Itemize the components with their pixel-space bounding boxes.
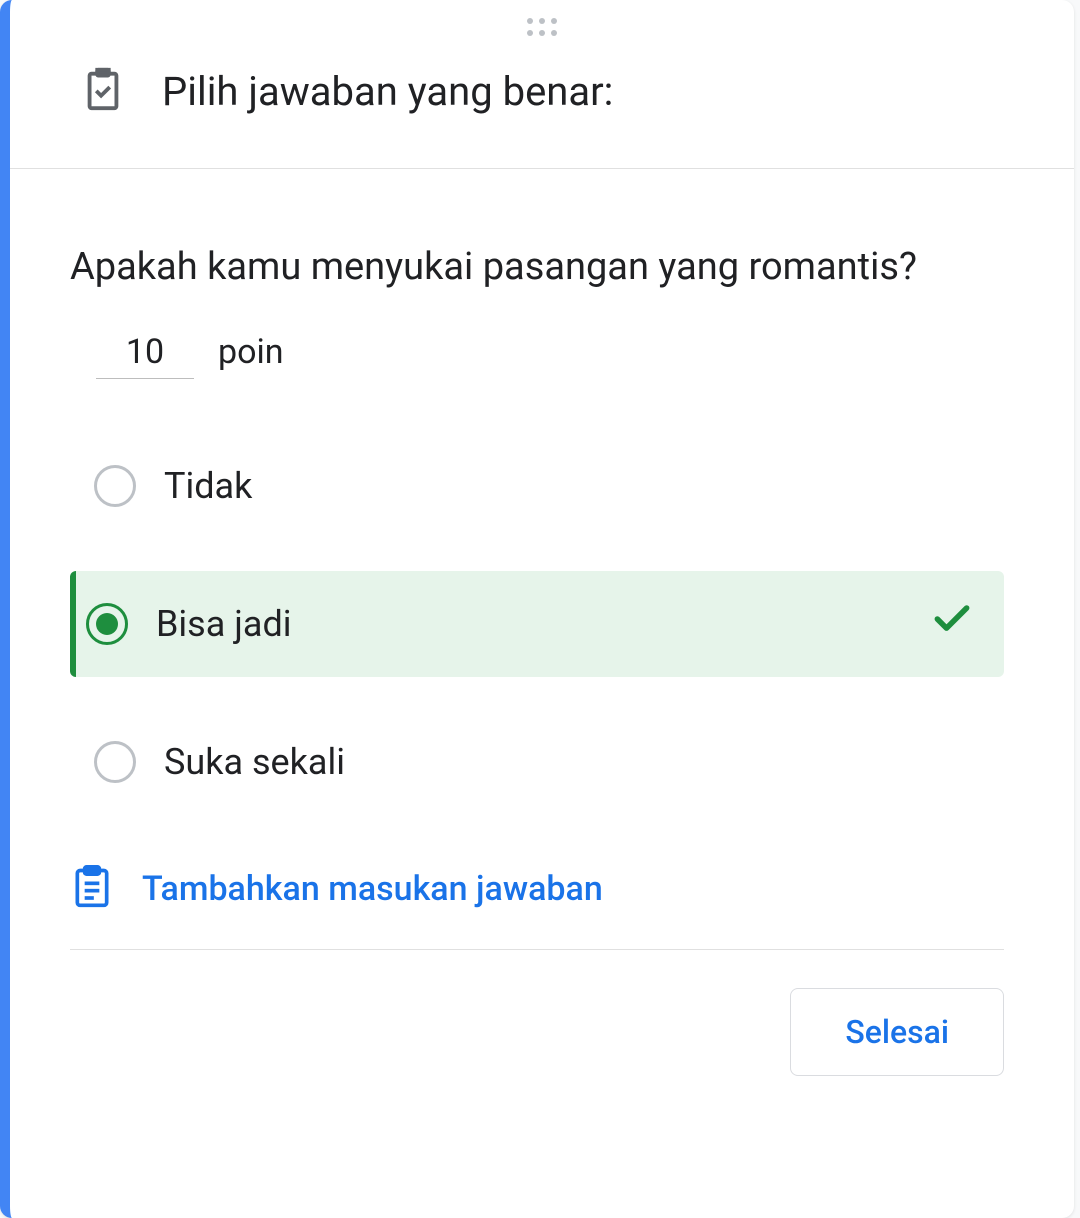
add-feedback-button[interactable]: Tambahkan masukan jawaban xyxy=(70,849,1004,949)
points-row: poin xyxy=(96,326,1004,379)
question-text: Apakah kamu menyukai pasangan yang roman… xyxy=(70,239,1004,296)
points-input[interactable] xyxy=(96,326,194,379)
drag-dots-icon xyxy=(527,18,557,36)
option-row-selected[interactable]: Bisa jadi xyxy=(70,571,1004,677)
clipboard-check-icon xyxy=(80,64,126,118)
radio-unchecked-icon[interactable] xyxy=(94,741,136,783)
option-label: Tidak xyxy=(164,465,974,507)
divider xyxy=(70,949,1004,950)
points-label: poin xyxy=(218,332,284,372)
header-title: Pilih jawaban yang benar: xyxy=(162,68,613,115)
drag-handle[interactable] xyxy=(10,0,1074,44)
footer: Selesai xyxy=(10,988,1074,1116)
option-label: Suka sekali xyxy=(164,741,974,783)
answer-key-card: Pilih jawaban yang benar: Apakah kamu me… xyxy=(0,0,1074,1218)
option-row[interactable]: Suka sekali xyxy=(78,715,1004,809)
options-list: Tidak Bisa jadi Suka sekali xyxy=(78,439,1004,809)
radio-checked-icon[interactable] xyxy=(86,603,128,645)
header-row: Pilih jawaban yang benar: xyxy=(10,44,1074,168)
done-button[interactable]: Selesai xyxy=(790,988,1004,1076)
content-area: Apakah kamu menyukai pasangan yang roman… xyxy=(10,169,1074,950)
feedback-label: Tambahkan masukan jawaban xyxy=(142,869,603,909)
radio-unchecked-icon[interactable] xyxy=(94,465,136,507)
option-row[interactable]: Tidak xyxy=(78,439,1004,533)
clipboard-list-icon xyxy=(70,865,114,913)
checkmark-icon xyxy=(930,597,974,651)
option-label: Bisa jadi xyxy=(156,603,902,645)
